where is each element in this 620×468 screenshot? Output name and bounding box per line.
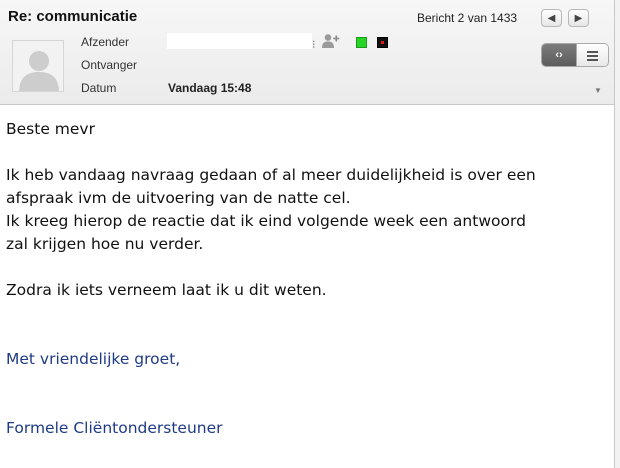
- body-line: afspraak ivm de uitvoering van de natte …: [6, 189, 351, 207]
- closing-line: Met vriendelijke groet,: [6, 350, 181, 368]
- view-toggle[interactable]: ‹›: [541, 43, 609, 67]
- message-subject: Re: communicatie: [8, 8, 138, 25]
- body-line: Zodra ik iets verneem laat ik u dit wete…: [6, 281, 327, 299]
- message-body: Beste mevr Ik heb vandaag navraag gedaan…: [6, 118, 606, 440]
- message-counter: Bericht 2 van 1433: [417, 11, 518, 25]
- previous-message-button[interactable]: ◀: [541, 9, 562, 27]
- body-line: Ik heb vandaag navraag gedaan of al meer…: [6, 166, 536, 184]
- scrollbar[interactable]: [614, 0, 620, 468]
- html-view-icon[interactable]: ‹›: [542, 44, 576, 66]
- greeting: Beste mevr: [6, 120, 95, 138]
- from-label: Afzender: [81, 35, 130, 49]
- black-tag-icon[interactable]: [377, 37, 388, 48]
- date-label: Datum: [81, 81, 117, 95]
- plain-text-view-icon[interactable]: [576, 44, 608, 66]
- body-line: Ik kreeg hierop de reactie dat ik eind v…: [6, 212, 526, 230]
- add-contact-icon[interactable]: [321, 33, 341, 49]
- triangle-right-icon: ▶: [574, 12, 583, 24]
- signature: Formele Cliëntondersteuner: [6, 419, 223, 437]
- triangle-left-icon: ◀: [547, 12, 556, 24]
- expand-header-icon[interactable]: ▼: [594, 86, 602, 95]
- green-tag-icon[interactable]: [356, 37, 367, 48]
- body-line: zal krijgen hoe nu verder.: [6, 235, 204, 253]
- to-label: Ontvanger: [81, 58, 138, 72]
- message-header: Re: communicatie Bericht 2 van 1433 ◀ ▶ …: [0, 0, 614, 105]
- date-value: Vandaag 15:48: [168, 81, 252, 95]
- next-message-button[interactable]: ▶: [568, 9, 589, 27]
- separator-dot: ⁝: [312, 39, 316, 51]
- avatar: [12, 40, 64, 92]
- person-silhouette-icon: [19, 51, 59, 91]
- sender-value-redacted: [167, 33, 312, 49]
